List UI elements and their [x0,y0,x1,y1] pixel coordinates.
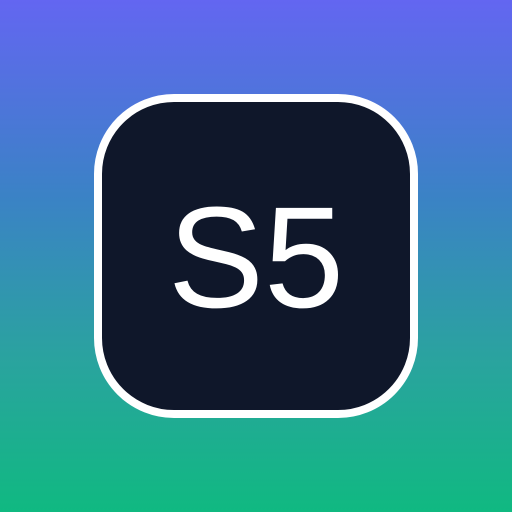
icon-label: S5 [167,177,345,338]
app-icon-canvas: { "icon": { "label": "S5", "colors": { "… [0,0,512,512]
icon-tile: S5 [94,94,418,418]
